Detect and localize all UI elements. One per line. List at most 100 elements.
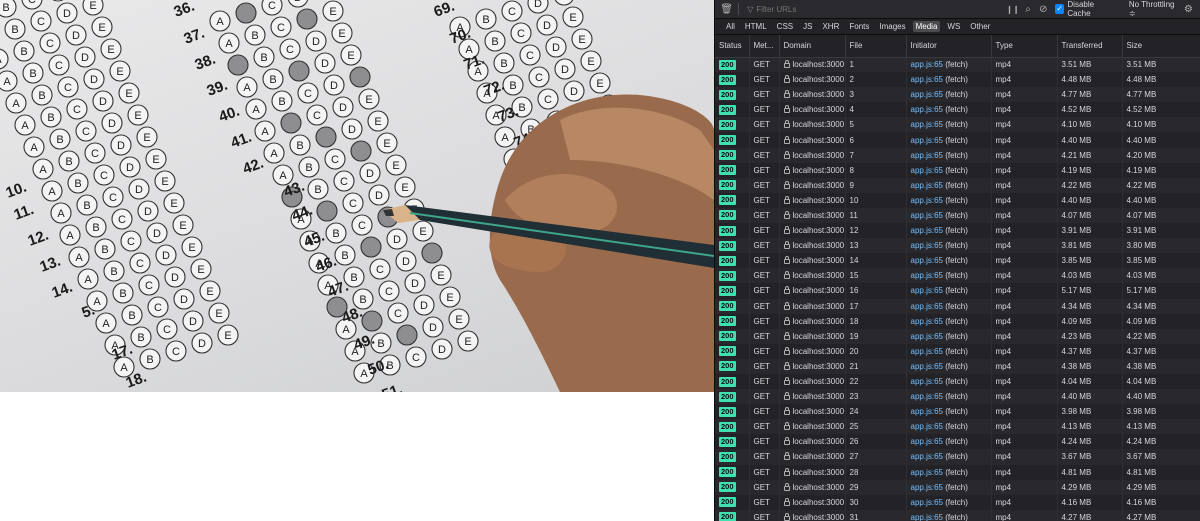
initiator-link[interactable]: app.js:65 — [911, 136, 943, 145]
column-header[interactable]: Met... — [749, 35, 780, 58]
initiator-link[interactable]: app.js:65 — [911, 302, 943, 311]
table-row[interactable]: 200 GET localhost:3000 22 app.js:65 (fetch) m… — [715, 373, 1200, 390]
bubble-letter: C — [64, 82, 72, 94]
initiator-link[interactable]: app.js:65 — [911, 407, 943, 416]
pause-icon[interactable]: ❙❙ — [1005, 1, 1020, 17]
table-row[interactable]: 200 GET localhost:3000 7 app.js:65 (fetch) mp… — [715, 147, 1200, 163]
initiator-link[interactable]: app.js:65 — [911, 437, 943, 446]
bubble-letter: D — [552, 42, 560, 54]
table-row[interactable]: 200 GET localhost:3000 3 app.js:65 (fetch) mp… — [715, 87, 1200, 103]
status-cell: 200 — [715, 162, 750, 178]
column-header[interactable]: Type — [991, 35, 1058, 58]
answer-sheet-photo: B C D A C D E A B C D E A B C D E A B C E A B C D E A B C D E B C D E A B C D E… — [0, 0, 714, 392]
initiator-link[interactable]: app.js:65 — [911, 105, 943, 114]
initiator-cell: app.js:65 (fetch) — [906, 192, 992, 208]
table-row[interactable]: 200 GET localhost:3000 19 app.js:65 (fetch) m… — [715, 328, 1200, 344]
table-row[interactable]: 200 GET localhost:3000 29 app.js:65 (fetch) m… — [715, 479, 1200, 495]
table-row[interactable]: 200 GET localhost:3000 8 app.js:65 (fetch) mp… — [715, 162, 1200, 178]
filter-tab-images[interactable]: Images — [876, 21, 908, 32]
initiator-link[interactable]: app.js:65 — [911, 196, 943, 205]
table-row[interactable]: 200 GET localhost:3000 11 app.js:65 (fetch) m… — [715, 207, 1200, 224]
trash-icon[interactable]: 🗑 — [719, 1, 734, 17]
table-row[interactable]: 200 GET localhost:3000 10 app.js:65 (fetch) m… — [715, 192, 1200, 208]
table-row[interactable]: 200 GET localhost:3000 2 app.js:65 (fetch) mp… — [715, 72, 1200, 88]
table-row[interactable]: 200 GET localhost:3000 4 app.js:65 (fetch) mp… — [715, 102, 1200, 118]
initiator-link[interactable]: app.js:65 — [911, 483, 943, 492]
initiator-link[interactable]: app.js:65 — [911, 468, 943, 477]
filter-tab-fonts[interactable]: Fonts — [846, 21, 872, 32]
checkbox-checked-icon[interactable]: ✓ — [1054, 4, 1065, 14]
table-row[interactable]: 200 GET localhost:3000 14 app.js:65 (fetch) m… — [715, 253, 1200, 269]
initiator-link[interactable]: app.js:65 — [911, 256, 943, 265]
table-row[interactable]: 200 GET localhost:3000 13 app.js:65 (fetch) m… — [715, 238, 1200, 254]
filter-urls[interactable]: ▽ — [747, 2, 1005, 17]
domain-text: localhost:3000 — [792, 180, 845, 190]
column-header[interactable]: Transferred — [1057, 35, 1123, 58]
column-header[interactable]: Status — [715, 35, 750, 58]
table-row[interactable]: 200 GET localhost:3000 12 app.js:65 (fetch) m… — [715, 223, 1200, 239]
initiator-link[interactable]: app.js:65 — [911, 332, 943, 341]
initiator-link[interactable]: app.js:65 — [911, 286, 943, 295]
table-row[interactable]: 200 GET localhost:3000 20 app.js:65 (fetch) m… — [715, 343, 1200, 359]
filter-tab-js[interactable]: JS — [800, 21, 815, 32]
search-icon[interactable]: ⌕ — [1020, 1, 1035, 17]
column-header[interactable]: Initiator — [906, 35, 992, 58]
table-row[interactable]: 200 GET localhost:3000 23 app.js:65 (fetch) m… — [715, 389, 1200, 405]
block-icon[interactable]: ⊘ — [1036, 1, 1051, 17]
table-row[interactable]: 200 GET localhost:3000 6 app.js:65 (fetch) mp… — [715, 132, 1200, 148]
column-header[interactable]: Size — [1122, 35, 1200, 58]
initiator-link[interactable]: app.js:65 — [911, 271, 943, 280]
column-header[interactable]: File — [845, 35, 907, 58]
table-row[interactable]: 200 GET localhost:3000 30 app.js:65 (fetch) m… — [715, 494, 1200, 510]
initiator-link[interactable]: app.js:65 — [911, 362, 943, 371]
filter-tab-html[interactable]: HTML — [742, 21, 770, 32]
initiator-link[interactable]: app.js:65 — [911, 90, 943, 99]
filter-urls-input[interactable] — [756, 4, 987, 14]
initiator-link[interactable]: app.js:65 — [911, 241, 943, 250]
initiator-link[interactable]: app.js:65 — [911, 60, 943, 69]
table-row[interactable]: 200 GET localhost:3000 16 app.js:65 (fetch) m… — [715, 283, 1200, 299]
initiator-link[interactable]: app.js:65 — [911, 75, 943, 84]
initiator-link[interactable]: app.js:65 — [911, 151, 943, 160]
initiator-link[interactable]: app.js:65 — [911, 120, 943, 129]
initiator-link[interactable]: app.js:65 — [911, 226, 943, 235]
table-row[interactable]: 200 GET localhost:3000 31 app.js:65 (fetch) m… — [715, 509, 1200, 521]
table-row[interactable]: 200 GET localhost:3000 24 app.js:65 (fetch) m… — [715, 404, 1200, 420]
table-row[interactable]: 200 GET localhost:3000 26 app.js:65 (fetch) m… — [715, 434, 1200, 450]
table-row[interactable]: 200 GET localhost:3000 18 app.js:65 (fetch) m… — [715, 313, 1200, 329]
initiator-link[interactable]: app.js:65 — [911, 513, 943, 521]
initiator-link[interactable]: app.js:65 — [911, 317, 943, 326]
domain-text: localhost:3000 — [792, 271, 845, 281]
disable-cache-toggle[interactable]: ✓ Disable Cache — [1054, 0, 1117, 18]
initiator-link[interactable]: app.js:65 — [911, 392, 943, 401]
table-row[interactable]: 200 GET localhost:3000 15 app.js:65 (fetch) m… — [715, 268, 1200, 284]
gear-icon[interactable]: ⚙ — [1181, 1, 1196, 17]
initiator-link[interactable]: app.js:65 — [911, 347, 943, 356]
initiator-link[interactable]: app.js:65 — [911, 181, 943, 190]
filter-tab-css[interactable]: CSS — [774, 21, 796, 32]
filter-tab-other[interactable]: Other — [967, 21, 993, 32]
column-header[interactable]: Domain — [779, 35, 846, 58]
initiator-link[interactable]: app.js:65 — [911, 211, 943, 220]
table-row[interactable]: 200 GET localhost:3000 28 app.js:65 (fetch) m… — [715, 464, 1200, 480]
throttling-select[interactable]: No Throttling ≑ — [1129, 0, 1181, 18]
table-row[interactable]: 200 GET localhost:3000 17 app.js:65 (fetch) m… — [715, 298, 1200, 314]
initiator-link[interactable]: app.js:65 — [911, 452, 943, 461]
question-number: 69. — [432, 0, 457, 21]
table-row[interactable]: 200 GET localhost:3000 21 app.js:65 (fetch) m… — [715, 358, 1200, 374]
table-row[interactable]: 200 GET localhost:3000 25 app.js:65 (fetch) m… — [715, 419, 1200, 435]
filter-tab-all[interactable]: All — [723, 21, 738, 32]
filter-tab-media[interactable]: Media — [912, 21, 941, 32]
table-row[interactable]: 200 GET localhost:3000 9 app.js:65 (fetch) mp… — [715, 177, 1200, 193]
initiator-link[interactable]: app.js:65 — [911, 377, 943, 386]
initiator-link[interactable]: app.js:65 — [911, 166, 943, 175]
filter-tab-xhr[interactable]: XHR — [819, 21, 842, 32]
initiator-link[interactable]: app.js:65 — [911, 498, 943, 507]
table-row[interactable]: 200 GET localhost:3000 27 app.js:65 (fetch) m… — [715, 449, 1200, 465]
filter-tab-ws[interactable]: WS — [944, 21, 963, 32]
initiator-link[interactable]: app.js:65 — [911, 422, 943, 431]
status-cell: 200 — [715, 117, 750, 133]
table-row[interactable]: 200 GET localhost:3000 5 app.js:65 (fetch) mp… — [715, 117, 1200, 133]
size-cell: 4.52 MB — [1122, 102, 1200, 118]
table-row[interactable]: 200 GET localhost:3000 1 app.js:65 (fetch) mp… — [715, 57, 1200, 73]
